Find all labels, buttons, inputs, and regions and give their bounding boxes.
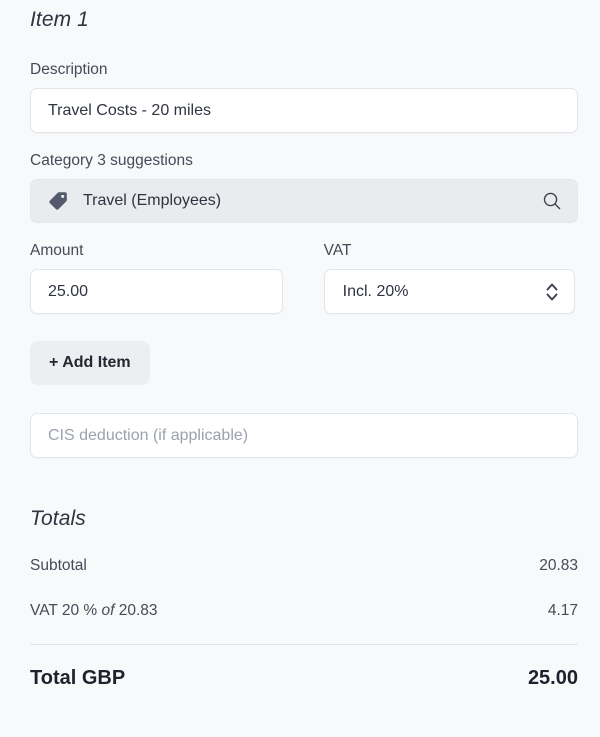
subtotal-row: Subtotal 20.83 [22, 557, 578, 575]
subtotal-value: 20.83 [539, 557, 578, 574]
category-suggestion-item[interactable]: Travel (Employees) [30, 179, 578, 223]
vat-total-value: 4.17 [547, 602, 578, 619]
search-icon[interactable] [541, 190, 563, 212]
totals-heading: Totals [30, 507, 86, 530]
vat-total-label-emphasis: of [101, 602, 115, 619]
vat-label: VAT [323, 242, 352, 259]
grand-total-value: 25.00 [527, 667, 578, 689]
tag-icon [47, 190, 69, 212]
category-suggestion-label: Travel (Employees) [83, 192, 222, 209]
grand-total-label: Total GBP [30, 667, 126, 689]
vat-total-label: VAT 20 % of 20.83 [30, 602, 158, 620]
add-item-button[interactable]: + Add Item [30, 341, 150, 385]
amount-vat-row: Amount 25.00 VAT Incl. 20% [22, 242, 578, 314]
cis-deduction-input[interactable]: CIS deduction (if applicable) [30, 413, 578, 458]
vat-field-group: VAT Incl. 20% [323, 242, 578, 314]
grand-total-row: Total GBP 25.00 [22, 667, 578, 690]
subtotal-label: Subtotal [30, 557, 87, 574]
vat-select[interactable]: Incl. 20% [323, 269, 575, 314]
chevron-up-down-icon[interactable] [544, 279, 560, 305]
category-suggestions-label: Category 3 suggestions [30, 152, 193, 169]
vat-total-row: VAT 20 % of 20.83 4.17 [22, 602, 578, 620]
vat-total-label-suffix: 20.83 [114, 602, 158, 619]
description-input[interactable]: Travel Costs - 20 miles [30, 88, 578, 133]
page-title: Item 1 [30, 8, 89, 31]
description-label: Description [30, 61, 108, 78]
vat-total-label-prefix: VAT 20 % [30, 602, 102, 619]
amount-field-group: Amount 25.00 [22, 242, 324, 314]
vat-select-value: Incl. 20% [342, 282, 409, 300]
amount-label: Amount [30, 242, 84, 259]
invoice-item-form: Item 1 Description Travel Costs - 20 mil… [0, 0, 600, 737]
amount-input[interactable]: 25.00 [30, 269, 283, 314]
